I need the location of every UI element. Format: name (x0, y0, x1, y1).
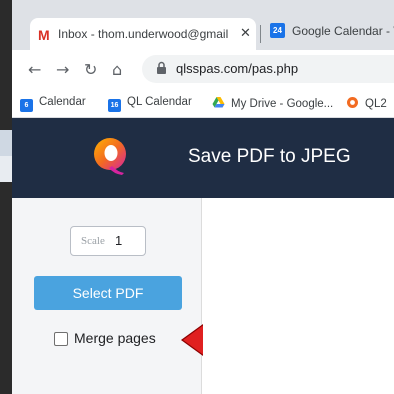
lock-icon (157, 61, 166, 74)
q-logo-icon (94, 138, 126, 175)
browser-tab-strip: M Inbox - thom.underwood@gmail ✕ 24 Goog… (12, 0, 394, 50)
bookmark-label: Calendar (39, 96, 86, 108)
bookmark-label: My Drive - Google... (231, 98, 334, 110)
bookmarks-bar: 6 Calendar 16 QL Calendar My Drive - Googl… (12, 90, 394, 118)
merge-pages-checkbox[interactable] (54, 332, 68, 346)
desktop-fragment (0, 130, 12, 156)
google-calendar-icon: 24 (270, 23, 285, 38)
forward-arrow-icon[interactable]: → (56, 60, 69, 79)
tab-inbox[interactable]: M Inbox - thom.underwood@gmail ✕ (30, 18, 256, 50)
preview-area (203, 198, 394, 394)
tab-google-calendar[interactable]: Google Calendar - Wee (292, 24, 394, 38)
merge-pages-label[interactable]: Merge pages (74, 330, 156, 346)
ql-logo-icon (347, 97, 358, 108)
select-pdf-button[interactable]: Select PDF (34, 276, 182, 310)
bookmark-my-drive[interactable]: My Drive - Google... (212, 96, 333, 110)
options-panel: Scale 1 Select PDF Merge pages (12, 198, 235, 394)
app-header: Save PDF to JPEG (12, 118, 394, 198)
scale-value: 1 (115, 233, 123, 248)
bookmark-calendar[interactable]: 6 Calendar (20, 96, 86, 112)
browser-toolbar: ← → ↻ ⌂ qlsspas.com/pas.php (12, 50, 394, 90)
desktop-fragment (0, 156, 12, 182)
home-icon[interactable]: ⌂ (112, 60, 122, 79)
bookmark-ql-calendar[interactable]: 16 QL Calendar (108, 96, 192, 112)
calendar-icon: 6 (20, 99, 33, 112)
scale-input[interactable]: Scale 1 (70, 226, 146, 256)
scale-label: Scale (81, 235, 105, 247)
gmail-icon: M (38, 27, 50, 43)
bookmark-ql2[interactable]: QL2 (346, 96, 387, 110)
tab-close-icon[interactable]: ✕ (240, 25, 251, 41)
google-drive-icon (212, 97, 225, 108)
calendar-icon: 16 (108, 99, 121, 112)
app-title: Save PDF to JPEG (188, 146, 351, 167)
tab-separator (260, 25, 261, 43)
bookmark-label: QL2 (365, 98, 387, 110)
tab-title: Inbox - thom.underwood@gmail (58, 27, 229, 41)
reload-icon[interactable]: ↻ (84, 60, 97, 79)
url-text: qlsspas.com/pas.php (176, 61, 299, 76)
address-bar[interactable]: qlsspas.com/pas.php (142, 55, 394, 83)
desktop-background (0, 0, 12, 394)
bookmark-label: QL Calendar (127, 96, 192, 108)
back-arrow-icon[interactable]: ← (28, 60, 41, 79)
